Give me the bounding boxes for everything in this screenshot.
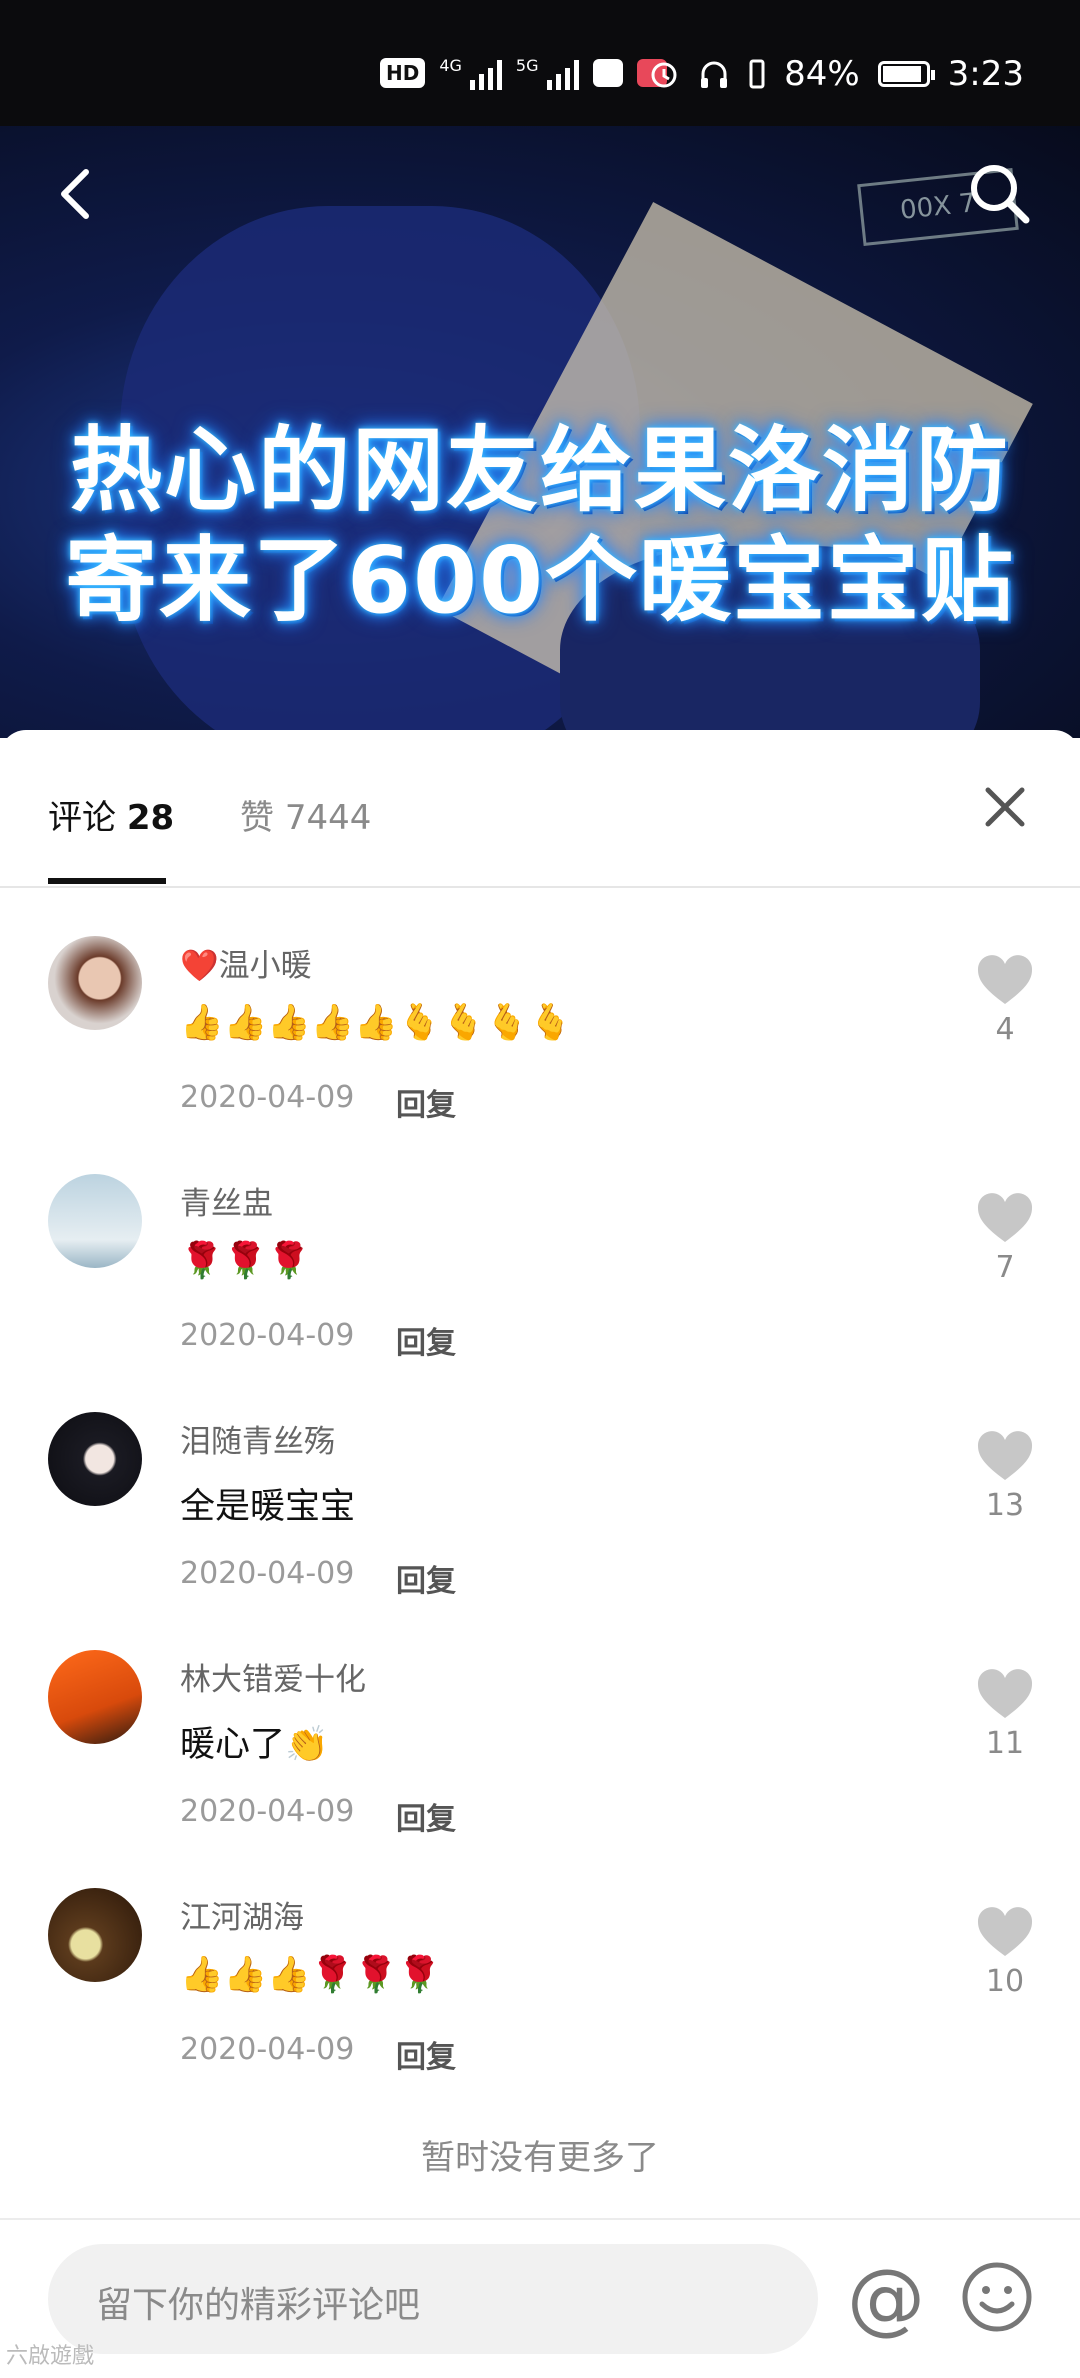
close-button[interactable]	[980, 782, 1030, 832]
comment-text: 🌹🌹🌹	[180, 1241, 311, 1281]
comment-item: 江河湖海 👍👍👍🌹🌹🌹 2020-04-09 回复 10	[0, 1888, 1080, 2126]
hd-badge: HD	[380, 58, 426, 88]
status-bar: HD 4G 5G 84% 3:23	[0, 0, 1080, 126]
comment-input-bar: 留下你的精彩评论吧 @	[0, 2218, 1080, 2378]
comment-item: 林大错爱十化 暖心了👏 2020-04-09 回复 11	[0, 1650, 1080, 1888]
comment-input[interactable]: 留下你的精彩评论吧	[48, 2244, 818, 2354]
tab-comments[interactable]: 评论 28	[48, 790, 174, 839]
avatar[interactable]	[48, 1650, 142, 1744]
comment-item: 泪随青丝殇 全是暖宝宝 2020-04-09 回复 13	[0, 1412, 1080, 1650]
heart-icon	[977, 1431, 1033, 1480]
comment-author[interactable]: 泪随青丝殇	[180, 1416, 335, 1461]
like-button[interactable]: 4	[970, 954, 1040, 1047]
reply-button[interactable]: 回复	[396, 1080, 456, 1124]
watermark: 六啟遊戲	[6, 2344, 95, 2369]
comment-sheet: 评论 28 赞 7444 ❤️温小暖 👍👍👍👍👍🫰🫰🫰🫰 2020-04-09 …	[0, 730, 1080, 2376]
like-count: 11	[985, 1726, 1025, 1761]
like-count: 13	[985, 1488, 1025, 1523]
tab-active-indicator	[48, 878, 166, 884]
like-button[interactable]: 10	[970, 1906, 1040, 1999]
reply-button[interactable]: 回复	[396, 1556, 456, 1600]
heart-icon	[977, 1907, 1033, 1956]
comment-author[interactable]: 青丝盅	[180, 1178, 273, 1223]
avatar[interactable]	[48, 1888, 142, 1982]
comment-text: 全是暖宝宝	[180, 1487, 356, 1527]
comment-item: 青丝盅 🌹🌹🌹 2020-04-09 回复 7	[0, 1174, 1080, 1412]
battery-percent: 84%	[784, 54, 860, 94]
comment-text: 👍👍👍👍👍🫰🫰🫰🫰	[180, 1003, 573, 1043]
signal-5g-icon: 5G	[516, 56, 579, 90]
video-caption-line2: 寄来了600个暖宝宝贴	[64, 527, 1016, 634]
chevron-left-icon	[61, 169, 89, 219]
battery-icon	[877, 61, 935, 87]
network-icons: HD 4G 5G	[380, 56, 667, 90]
avatar[interactable]	[48, 1174, 142, 1268]
like-button[interactable]: 7	[970, 1192, 1040, 1285]
like-button[interactable]: 13	[970, 1430, 1040, 1523]
heart-icon	[977, 955, 1033, 1004]
close-icon	[985, 787, 1025, 827]
heart-icon	[977, 1669, 1033, 1718]
comment-author[interactable]: 江河湖海	[180, 1892, 304, 1937]
like-count: 4	[995, 1012, 1015, 1047]
video-preview[interactable]: 00X 7 热心的网友给果洛消防 寄来了600个暖宝宝贴	[0, 126, 1080, 738]
comment-item: ❤️温小暖 👍👍👍👍👍🫰🫰🫰🫰 2020-04-09 回复 4	[0, 936, 1080, 1174]
comment-tabs: 评论 28 赞 7444	[0, 730, 1080, 888]
back-button[interactable]	[40, 154, 120, 234]
comment-text: 暖心了👏	[180, 1725, 329, 1765]
headphones-icon	[701, 61, 728, 88]
comment-text: 👍👍👍🌹🌹🌹	[180, 1955, 442, 1995]
clock: 3:23	[947, 54, 1024, 94]
heart-icon	[977, 1193, 1033, 1242]
reply-button[interactable]: 回复	[396, 2032, 456, 2076]
app-notification-icon	[592, 59, 623, 87]
comment-author[interactable]: ❤️温小暖	[180, 940, 312, 985]
comment-date: 2020-04-09	[180, 1556, 355, 1591]
no-more-text: 暂时没有更多了	[421, 2138, 659, 2178]
comment-date: 2020-04-09	[180, 1080, 355, 1115]
avatar[interactable]	[48, 936, 142, 1030]
like-count: 7	[995, 1250, 1015, 1285]
like-count: 10	[985, 1964, 1025, 1999]
comment-date: 2020-04-09	[180, 1318, 355, 1353]
vibrate-icon	[749, 59, 765, 89]
comment-input-placeholder: 留下你的精彩评论吧	[96, 2285, 421, 2326]
comment-author[interactable]: 林大错爱十化	[180, 1654, 366, 1699]
comment-date: 2020-04-09	[180, 2032, 355, 2067]
search-button[interactable]	[960, 154, 1040, 234]
reply-button[interactable]: 回复	[396, 1794, 456, 1838]
tab-likes[interactable]: 赞 7444	[240, 790, 371, 839]
like-button[interactable]: 11	[970, 1668, 1040, 1761]
comment-date: 2020-04-09	[180, 1794, 355, 1829]
alarm-icon	[651, 62, 677, 88]
signal-4g-icon: 4G	[439, 56, 502, 90]
emoji-button[interactable]	[960, 2260, 1034, 2334]
search-icon	[971, 165, 1030, 224]
reply-button[interactable]: 回复	[396, 1318, 456, 1362]
smiley-icon	[962, 2262, 1032, 2332]
avatar[interactable]	[48, 1412, 142, 1506]
mention-button[interactable]: @	[836, 2244, 936, 2354]
